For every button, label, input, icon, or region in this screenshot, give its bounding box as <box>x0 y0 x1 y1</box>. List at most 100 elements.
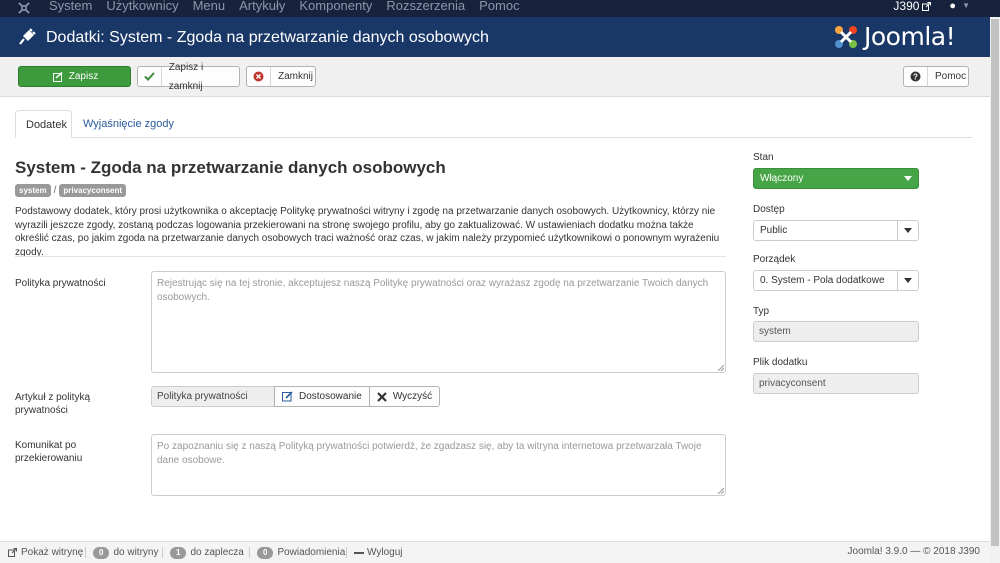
user-icon[interactable]: ● <box>949 0 956 12</box>
frontend-users-item[interactable]: 0 do witryny <box>93 542 158 563</box>
chevron-down-icon[interactable]: ▼ <box>962 0 970 12</box>
type-label: Typ <box>753 306 770 317</box>
edit-icon <box>282 391 293 402</box>
menu-item-content[interactable]: Artykuły <box>239 0 285 17</box>
save-button-label: Zapisz <box>68 71 99 82</box>
divider <box>249 547 250 558</box>
copyright-text: Joomla! 3.9.0 — © 2018 J390 <box>847 546 980 557</box>
menu-item-extensions[interactable]: Rozszerzenia <box>386 0 465 17</box>
menu-item-help[interactable]: Pomoc <box>479 0 519 17</box>
divider <box>85 547 86 558</box>
save-and-close-button[interactable]: Zapisz i zamknij <box>137 62 240 92</box>
messages-item[interactable]: 0 Powiadomienia <box>257 542 345 563</box>
clear-article-button[interactable]: Wyczyść <box>368 386 441 407</box>
external-link-icon <box>922 1 932 11</box>
save-button[interactable]: Zapisz <box>18 66 131 87</box>
logout-link[interactable]: Wyloguj <box>354 542 402 563</box>
help-button-label: Pomoc <box>935 71 967 82</box>
menu-item-components[interactable]: Komponenty <box>299 0 372 17</box>
access-label: Dostęp <box>753 204 785 215</box>
page-header: Dodatki: System - Zgoda na przetwarzanie… <box>0 17 1000 57</box>
tab-bar: Dodatek Wyjaśnięcie zgody <box>15 110 972 138</box>
scrollbar-thumb[interactable] <box>991 19 999 546</box>
minus-icon <box>354 551 364 554</box>
resize-handle-icon[interactable] <box>718 365 724 371</box>
help-button[interactable]: ? Pomoc <box>903 66 969 87</box>
privacy-note-label: Polityka prywatności <box>15 278 106 289</box>
privacy-article-input[interactable]: Polityka prywatności <box>151 386 275 407</box>
chevron-down-icon <box>897 169 918 188</box>
status-label: Stan <box>753 152 774 163</box>
backend-count-badge: 1 <box>170 546 187 559</box>
divider <box>15 256 726 257</box>
logout-label: Wyloguj <box>367 546 403 558</box>
external-link-icon <box>8 548 17 557</box>
frontend-count-badge: 0 <box>93 546 110 559</box>
joomla-logo-icon <box>835 26 857 48</box>
status-bar: Pokaż witrynę 0 do witryny 1 do zaplecza… <box>0 541 990 563</box>
page-title: Dodatki: System - Zgoda na przetwarzanie… <box>46 29 489 46</box>
label-separator: / <box>53 185 57 196</box>
question-icon: ? <box>904 67 928 86</box>
divider <box>346 547 347 558</box>
privacy-note-textarea[interactable]: Rejestrując się na tej stronie, akceptuj… <box>151 271 726 373</box>
menu-item-users[interactable]: Użytkownicy <box>106 0 178 17</box>
joomla-logo: Joomla! <box>831 23 971 51</box>
privacy-note-placeholder: Rejestrując się na tej stronie, akceptuj… <box>157 278 709 303</box>
ordering-select[interactable]: 0. System - Pola dodatkowe <box>753 270 919 291</box>
save-and-close-label: Zapisz i zamknij <box>168 61 204 92</box>
svg-text:?: ? <box>913 73 918 82</box>
ordering-value: 0. System - Pola dodatkowe <box>760 275 885 286</box>
backend-label: do zaplecza <box>190 546 244 558</box>
menu-item-system[interactable]: System <box>49 0 92 17</box>
access-select[interactable]: Public <box>753 220 919 241</box>
privacy-article-field: Polityka prywatności Dostosowanie Wyczyś… <box>151 386 441 407</box>
ordering-label: Porządek <box>753 254 796 265</box>
toolbar: Zapisz Zapisz i zamknij Zamknij ? Pomoc <box>0 57 1000 97</box>
menu-item-menus[interactable]: Menu <box>193 0 226 17</box>
close-button-label: Zamknij <box>278 71 314 82</box>
plugin-file-field: privacyconsent <box>753 373 919 394</box>
view-site-link[interactable]: Pokaż witrynę <box>8 542 83 563</box>
clear-article-label: Wyczyść <box>392 391 433 402</box>
chevron-down-icon <box>897 271 918 290</box>
messages-count-badge: 0 <box>257 546 274 559</box>
joomla-brand-text: Joomla! <box>864 22 956 51</box>
main-menu: System Użytkownicy Menu Artykuły Kompone… <box>49 0 534 17</box>
status-select[interactable]: Włączony <box>753 168 919 189</box>
close-button[interactable]: Zamknij <box>246 66 316 87</box>
privacy-article-label: Artykuł z polityką prywatności <box>15 392 91 416</box>
view-site-label: Pokaż witrynę <box>21 546 84 558</box>
plugin-labels: system / privacyconsent <box>15 184 127 197</box>
type-field: system <box>753 321 919 342</box>
top-right-nav: J390 ● ▼ <box>893 0 970 12</box>
plug-icon <box>19 28 36 45</box>
top-navbar: System Użytkownicy Menu Artykuły Kompone… <box>0 0 1000 17</box>
backend-users-item[interactable]: 1 do zaplecza <box>170 542 244 563</box>
redirect-message-placeholder: Po zapoznaniu się z naszą Polityką prywa… <box>157 441 702 466</box>
redirect-message-textarea[interactable]: Po zapoznaniu się z naszą Polityką prywa… <box>151 434 726 496</box>
group-label: system <box>15 184 51 197</box>
redirect-message-label: Komunikat po przekierowaniu <box>15 440 83 464</box>
edit-article-button[interactable]: Dostosowanie <box>274 386 370 407</box>
element-label: privacyconsent <box>59 184 127 197</box>
access-value: Public <box>760 225 788 236</box>
check-icon <box>138 67 162 86</box>
resize-handle-icon[interactable] <box>718 488 724 494</box>
page-scrollbar[interactable] <box>990 17 1000 563</box>
joomla-menu-icon[interactable] <box>17 1 31 15</box>
clear-icon <box>377 391 387 402</box>
messages-label: Powiadomienia <box>277 546 346 558</box>
edit-icon <box>51 67 65 86</box>
tab-consent-explanation[interactable]: Wyjaśnięcie zgody <box>73 110 184 138</box>
cancel-icon <box>247 67 271 86</box>
divider <box>162 547 163 558</box>
plugin-description: Podstawowy dodatek, który prosi użytkown… <box>15 206 720 258</box>
plugin-file-label: Plik dodatku <box>753 357 808 368</box>
plugin-heading: System - Zgoda na przetwarzanie danych o… <box>15 158 446 177</box>
frontend-label: do witryny <box>113 546 159 558</box>
edit-article-label: Dostosowanie <box>299 391 362 402</box>
chevron-down-icon <box>897 221 918 240</box>
site-link[interactable]: J390 <box>893 0 919 12</box>
tab-plugin[interactable]: Dodatek <box>15 110 72 138</box>
